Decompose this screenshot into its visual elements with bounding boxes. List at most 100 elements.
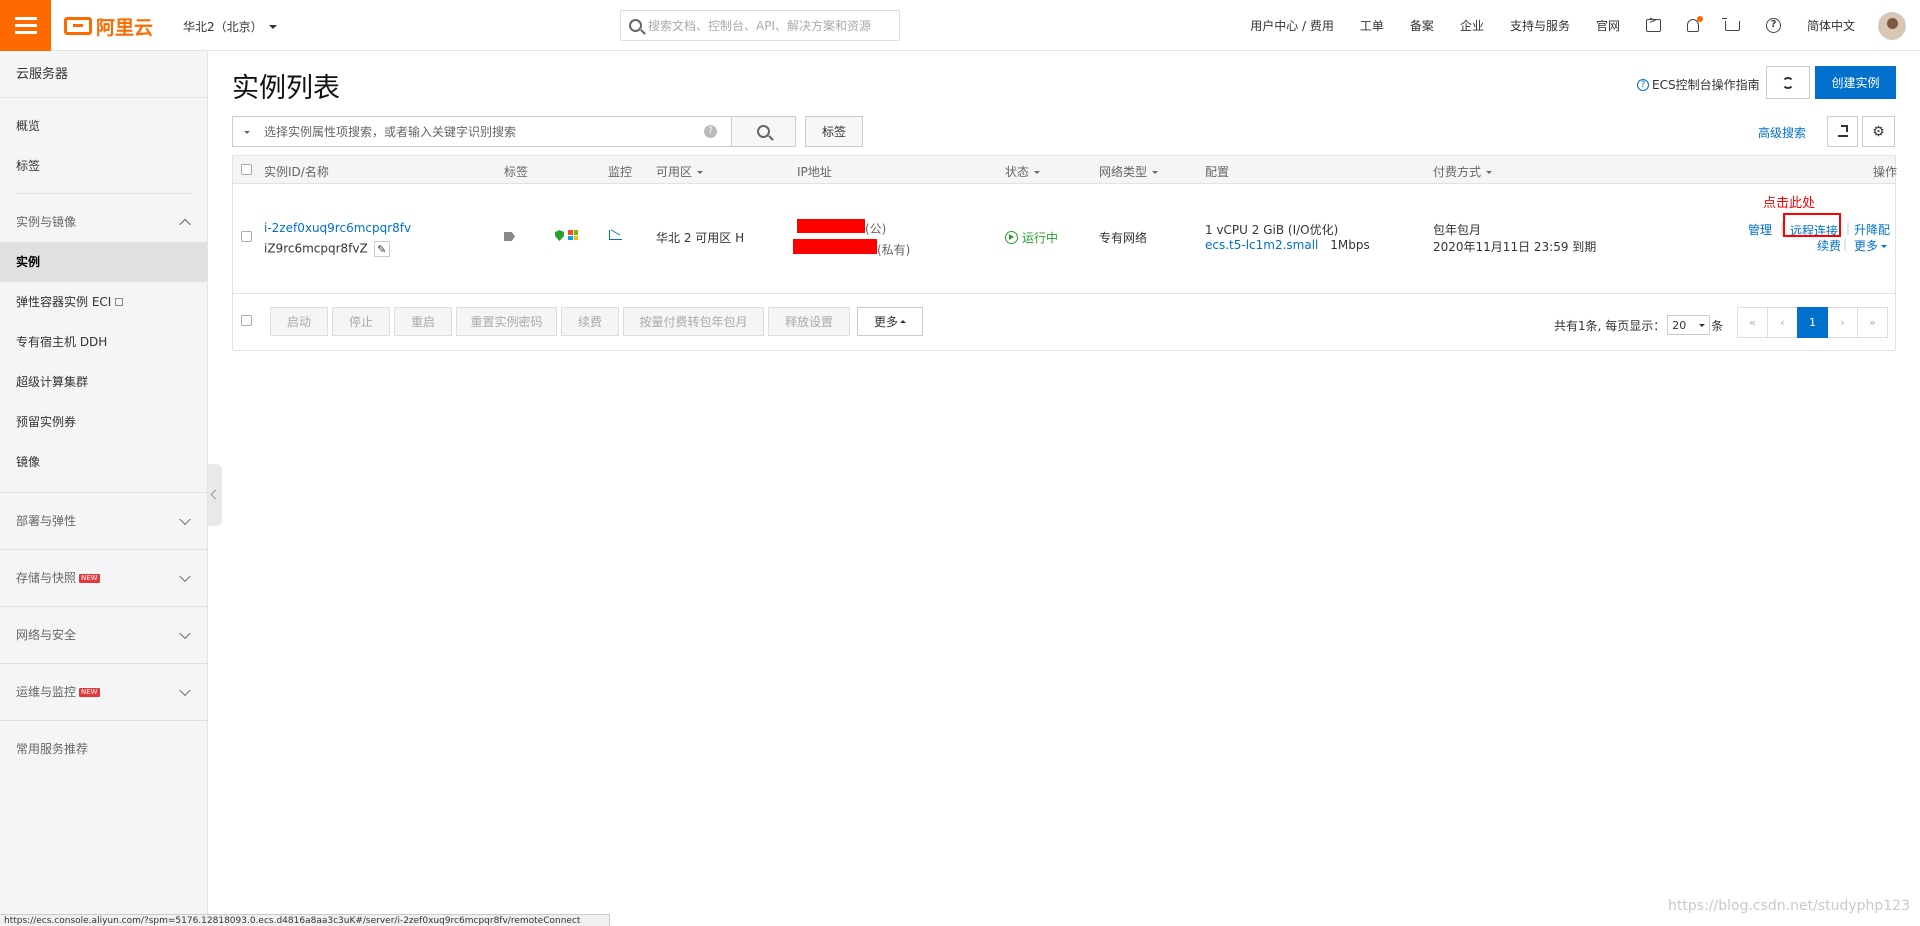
start-button[interactable]: 启动 [270, 307, 328, 336]
sidebar-group-storage[interactable]: 存储与快照 NEW [0, 549, 207, 606]
console-guide-label: ECS控制台操作指南 [1652, 78, 1760, 92]
gear-icon: ⚙ [1872, 123, 1885, 139]
status-text: 运行中 [1022, 231, 1059, 245]
instance-type-link[interactable]: ecs.t5-lc1m2.small [1205, 238, 1318, 252]
instance-filter[interactable]: ? [232, 116, 732, 147]
nav-support[interactable]: 支持与服务 [1497, 17, 1583, 34]
nav-enterprise[interactable]: 企业 [1447, 17, 1497, 34]
win-tile [568, 235, 573, 240]
first-page-button[interactable]: « [1737, 307, 1768, 338]
nav-ticket[interactable]: 工单 [1347, 17, 1397, 34]
external-link-icon [115, 298, 124, 306]
sidebar-item-reserved[interactable]: 预留实例券 [0, 402, 207, 442]
terminal-button[interactable] [1633, 16, 1674, 32]
export-button[interactable] [1827, 116, 1858, 147]
more-actions-link[interactable]: 更多 [1854, 237, 1888, 254]
last-page-button[interactable]: » [1857, 307, 1888, 338]
aliyun-logo[interactable]: 阿里云 [64, 12, 153, 40]
monitor-chart-icon[interactable] [609, 230, 622, 240]
status-badge: 运行中 [1005, 229, 1058, 246]
avatar[interactable] [1878, 11, 1906, 40]
release-settings-button[interactable]: 释放设置 [768, 307, 850, 336]
page-1-button[interactable]: 1 [1797, 307, 1828, 338]
instance-table: 实例ID/名称 标签 监控 可用区 IP地址 状态 网络类型 配置 付费方式 操… [232, 155, 1897, 351]
zone-value: 华北 2 可用区 H [656, 231, 745, 245]
batch-more-button[interactable]: 更多 [857, 307, 923, 336]
tag-shape-icon [504, 232, 515, 241]
sidebar-group-label: 运维与监控 [16, 685, 77, 699]
sidebar-item-scc[interactable]: 超级计算集群 [0, 362, 207, 402]
language-selector[interactable]: 简体中文 [1794, 17, 1868, 34]
billing-type: 包年包月 [1433, 223, 1482, 237]
settings-button[interactable]: ⚙ [1862, 116, 1895, 147]
search-button[interactable] [732, 116, 796, 147]
global-search-input[interactable] [648, 18, 888, 33]
caret-down-icon[interactable] [244, 130, 250, 137]
sidebar-item-tags[interactable]: 标签 [0, 146, 207, 186]
terminal-icon [1645, 16, 1661, 32]
col-billing[interactable]: 付费方式 [1433, 163, 1493, 180]
table-footer: 启动 停止 重启 重置实例密码 续费 按量付费转包年包月 释放设置 更多 共有1… [233, 294, 1895, 350]
next-page-button[interactable]: › [1827, 307, 1858, 338]
ip-private-label: (私有) [877, 243, 911, 257]
help-button[interactable]: ? [1753, 18, 1794, 33]
page-size-select[interactable]: 20 [1667, 315, 1711, 335]
sidebar-group-ops[interactable]: 运维与监控 NEW [0, 663, 207, 720]
search-icon [629, 19, 642, 32]
nav-official-site[interactable]: 官网 [1583, 17, 1633, 34]
help-icon[interactable]: ? [704, 125, 717, 138]
advanced-search-link[interactable]: 高级搜索 [1758, 124, 1806, 141]
renew-button[interactable]: 续费 [561, 307, 619, 336]
region-label: 华北2（北京） [183, 20, 263, 34]
console-guide-link[interactable]: ? ECS控制台操作指南 [1637, 76, 1760, 93]
col-zone[interactable]: 可用区 [656, 163, 704, 180]
stop-button[interactable]: 停止 [332, 307, 390, 336]
sidebar-item-images[interactable]: 镜像 [0, 442, 207, 482]
create-instance-button[interactable]: 创建实例 [1815, 66, 1896, 99]
caret-down-icon [1486, 171, 1493, 177]
global-search[interactable] [620, 10, 900, 41]
network-value: 专有网络 [1099, 231, 1148, 245]
sidebar-item-overview[interactable]: 概览 [0, 106, 207, 146]
sidebar-item-ddh[interactable]: 专有宿主机 DDH [0, 322, 207, 362]
sidebar: 云服务器 概览 标签 实例与镜像 实例 弹性容器实例 ECI 专有宿主机 DDH… [0, 51, 208, 926]
convert-billing-button[interactable]: 按量付费转包年包月 [623, 307, 764, 336]
prev-page-button[interactable]: ‹ [1767, 307, 1798, 338]
select-all-bottom-checkbox[interactable] [241, 315, 252, 326]
notification-button[interactable] [1674, 16, 1712, 32]
select-all-checkbox[interactable] [241, 164, 252, 175]
instance-id-link[interactable]: i-2zef0xuq9rc6mcpqr8fv [264, 221, 411, 235]
resize-link[interactable]: 升降配 [1854, 221, 1890, 238]
sidebar-item-recommended[interactable]: 常用服务推荐 [0, 720, 207, 777]
row-checkbox[interactable] [241, 231, 252, 242]
config-detail: ecs.t5-lc1m2.small 1Mbps [1205, 238, 1370, 252]
edit-icon[interactable]: ✎ [373, 241, 390, 257]
col-network[interactable]: 网络类型 [1099, 163, 1159, 180]
sidebar-title[interactable]: 云服务器 [0, 51, 207, 98]
nav-icp[interactable]: 备案 [1397, 17, 1447, 34]
sidebar-item-instances[interactable]: 实例 [0, 242, 207, 282]
tag-icon[interactable] [504, 232, 515, 241]
tag-button[interactable]: 标签 [805, 116, 863, 147]
reset-password-button[interactable]: 重置实例密码 [456, 307, 557, 336]
manage-link[interactable]: 管理 [1748, 221, 1772, 238]
cart-button[interactable] [1712, 17, 1753, 31]
col-config: 配置 [1205, 165, 1230, 179]
sidebar-section-instances-images[interactable]: 实例与镜像 [0, 202, 207, 242]
region-selector[interactable]: 华北2（北京） [183, 18, 277, 35]
renew-link[interactable]: 续费 [1817, 237, 1841, 254]
refresh-button[interactable] [1766, 66, 1810, 99]
instance-search-input[interactable] [264, 124, 704, 139]
chevron-down-icon [179, 627, 191, 640]
sidebar-group-deployment[interactable]: 部署与弹性 [0, 492, 207, 549]
menu-icon[interactable] [0, 0, 51, 51]
col-status[interactable]: 状态 [1005, 163, 1041, 180]
col-zone-label: 可用区 [656, 165, 693, 179]
sidebar-collapse-handle[interactable] [208, 464, 222, 526]
nav-user-center[interactable]: 用户中心 / 费用 [1237, 17, 1347, 34]
sidebar-group-label: 部署与弹性 [16, 514, 77, 528]
sidebar-group-network[interactable]: 网络与安全 [0, 606, 207, 663]
sidebar-item-eci[interactable]: 弹性容器实例 ECI [0, 282, 207, 322]
win-tile [568, 230, 573, 235]
restart-button[interactable]: 重启 [394, 307, 452, 336]
